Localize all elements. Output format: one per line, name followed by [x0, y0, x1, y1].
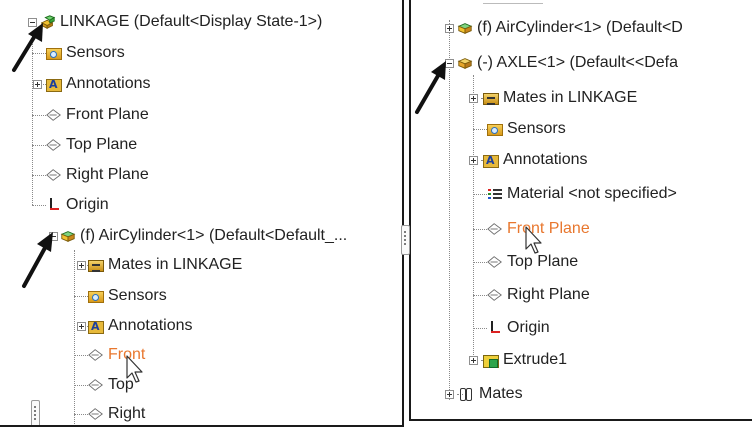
plane-icon — [46, 139, 61, 151]
part-icon — [457, 23, 473, 35]
tree-item-label: Sensors — [507, 120, 566, 137]
tree-item-label: Origin — [66, 196, 109, 213]
panel-splitter-handle[interactable] — [401, 225, 410, 255]
expand-toggle-extrude1[interactable] — [469, 356, 478, 365]
mates-folder-icon — [88, 260, 104, 272]
tree-item-sub-sensors[interactable]: Sensors — [88, 285, 167, 307]
origin-icon — [487, 320, 503, 336]
feature-tree-panel-right: (f) AirCylinder<1> (Default<D (-) AXLE<1… — [409, 0, 752, 421]
tree-item-origin[interactable]: Origin — [46, 194, 109, 216]
expand-toggle-annotations[interactable] — [33, 80, 42, 89]
tree-item-front-plane[interactable]: Front Plane — [46, 104, 149, 126]
tree-item-label: LINKAGE (Default<Display State-1>) — [60, 13, 323, 30]
tree-item-label: Right — [108, 405, 146, 422]
tree-item-label: Annotations — [66, 75, 151, 92]
tree-item-extrude1[interactable]: Extrude1 — [483, 349, 567, 371]
tree-item-label: Mates — [479, 385, 523, 402]
plane-icon — [88, 379, 103, 391]
plane-icon — [487, 289, 502, 301]
sensor-icon — [88, 291, 104, 303]
scrolled-row-remnant — [483, 0, 543, 4]
tree-item-right-plane[interactable]: Right Plane — [46, 164, 149, 186]
tree-item-label: Front Plane — [66, 106, 149, 123]
plane-icon — [88, 408, 103, 420]
feature-tree-panel-left: LINKAGE (Default<Display State-1>) Senso… — [0, 0, 404, 427]
tree-item-mates[interactable]: Mates — [459, 383, 523, 405]
plane-icon — [88, 349, 103, 361]
tree-item-axle[interactable]: (-) AXLE<1> (Default<<Defa — [457, 52, 678, 74]
tree-item-annotations[interactable]: Annotations — [46, 73, 151, 95]
tree-item-label: Mates in LINKAGE — [503, 89, 638, 106]
annotation-icon — [483, 154, 499, 168]
tree-item-aircylinder[interactable]: (f) AirCylinder<1> (Default<D — [457, 17, 683, 39]
sensor-icon — [487, 124, 503, 136]
tree-item-linkage-root[interactable]: LINKAGE (Default<Display State-1>) — [40, 11, 322, 33]
tree-item-sub-right[interactable]: Right — [88, 403, 145, 425]
mouse-cursor-icon — [126, 355, 143, 383]
tree-item-sub-annotations[interactable]: Annotations — [88, 315, 193, 337]
tree-item-mates-in-linkage[interactable]: Mates in LINKAGE — [483, 87, 637, 109]
expand-toggle-mates[interactable] — [445, 390, 454, 399]
annotation-icon — [88, 320, 104, 334]
extrude-icon — [483, 354, 499, 368]
tree-item-label: Annotations — [503, 151, 588, 168]
expand-toggle-mates-in-linkage[interactable] — [77, 261, 86, 270]
tree-item-material[interactable]: Material <not specified> — [487, 183, 677, 205]
mouse-cursor-icon — [525, 226, 542, 254]
plane-icon — [46, 109, 61, 121]
tree-item-origin[interactable]: Origin — [487, 317, 550, 339]
material-icon — [488, 189, 502, 199]
tree-item-label: Sensors — [66, 44, 125, 61]
plane-icon — [487, 223, 502, 235]
tree-item-label: Front Plane — [507, 220, 590, 237]
tree-item-sensors[interactable]: Sensors — [487, 118, 566, 140]
tree-item-label: Mates in LINKAGE — [108, 256, 243, 273]
origin-icon — [46, 197, 62, 213]
tree-item-label: Origin — [507, 319, 550, 336]
tree-item-label: Top Plane — [66, 136, 138, 153]
tree-item-label: Right Plane — [507, 286, 590, 303]
tree-item-aircylinder[interactable]: (f) AirCylinder<1> (Default<Default_... — [60, 225, 347, 247]
annotation-icon — [46, 78, 62, 92]
tree-item-sensors[interactable]: Sensors — [46, 42, 125, 64]
plane-icon — [487, 256, 502, 268]
tree-item-right-plane[interactable]: Right Plane — [487, 284, 590, 306]
part-icon — [60, 231, 76, 243]
tree-item-label: Sensors — [108, 287, 167, 304]
expand-toggle-sub-annotations[interactable] — [77, 322, 86, 331]
pointer-arrow-icon — [22, 232, 53, 288]
tree-item-label: (f) AirCylinder<1> (Default<D — [477, 19, 683, 36]
tree-item-label: Material <not specified> — [507, 185, 677, 202]
pointer-arrow-icon — [415, 61, 446, 114]
expand-toggle-mates-in-linkage[interactable] — [469, 94, 478, 103]
tree-item-top-plane[interactable]: Top Plane — [46, 134, 137, 156]
expand-toggle-aircylinder[interactable] — [445, 24, 454, 33]
tree-item-label: Right Plane — [66, 166, 149, 183]
tree-item-annotations[interactable]: Annotations — [483, 149, 588, 171]
tree-item-mates-in-linkage[interactable]: Mates in LINKAGE — [88, 254, 242, 276]
panel-splitter-handle[interactable] — [31, 400, 40, 425]
plane-icon — [46, 169, 61, 181]
tree-item-label: Extrude1 — [503, 351, 568, 368]
expand-toggle-annotations[interactable] — [469, 156, 478, 165]
pointer-arrow-icon — [12, 23, 43, 72]
tree-item-label: (f) AirCylinder<1> (Default<Default_... — [80, 227, 348, 244]
tree-item-label: Annotations — [108, 317, 193, 334]
part-icon — [457, 58, 473, 70]
mates-folder-icon — [483, 93, 499, 105]
mates-icon — [459, 386, 475, 402]
tree-item-label: (-) AXLE<1> (Default<<Defa — [477, 54, 678, 71]
